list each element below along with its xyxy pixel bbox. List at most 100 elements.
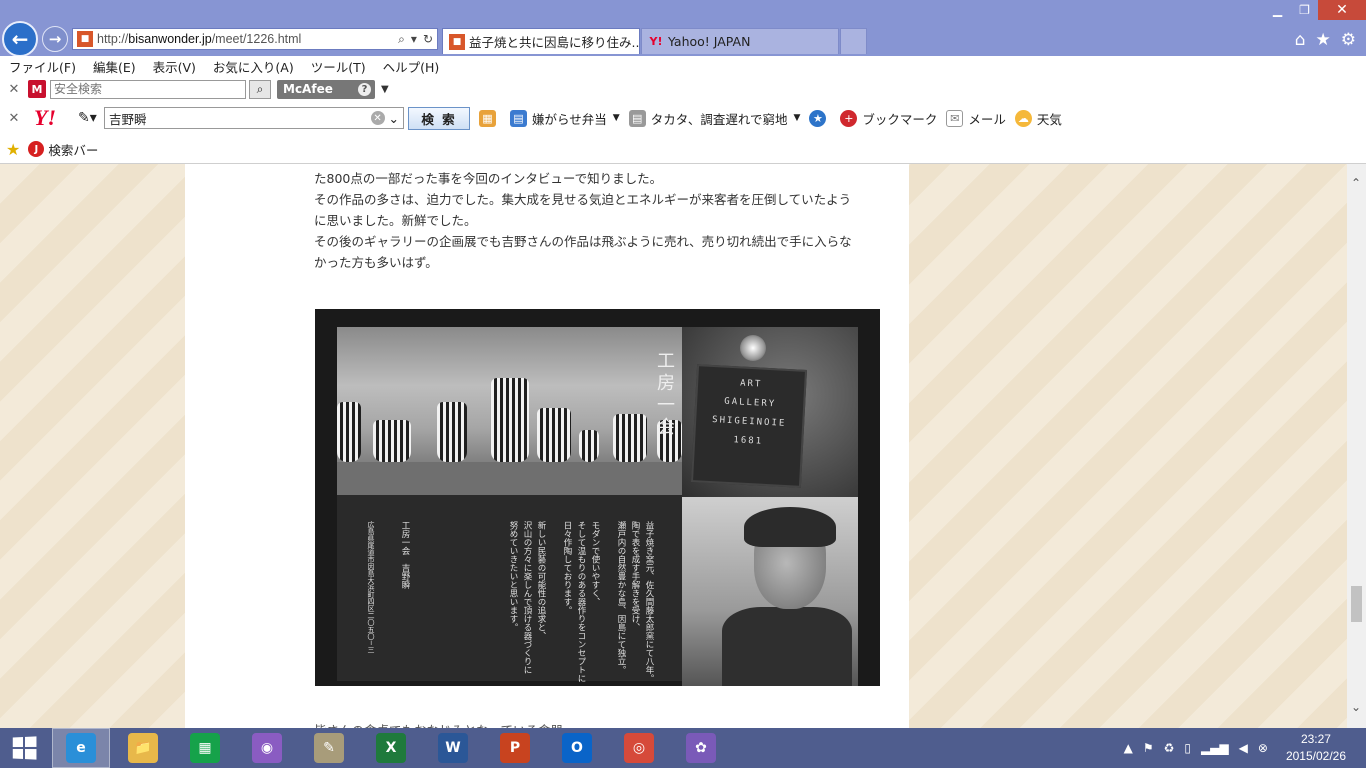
gallery-sign-photo: ART GALLERY SHIGEINOIE 1681 xyxy=(682,327,858,497)
address-url[interactable]: http://bisanwonder.jp/meet/1226.html xyxy=(97,32,398,46)
site-favicon-icon: ■ xyxy=(449,33,465,50)
taskbar-file-explorer-button[interactable]: 📁 xyxy=(114,728,172,768)
menu-file[interactable]: ファイル(F) xyxy=(9,57,76,76)
lamp xyxy=(740,335,766,361)
mcafee-search-input[interactable] xyxy=(50,79,246,99)
taskbar-powerpoint-button[interactable]: P xyxy=(486,728,544,768)
taskbar-store-button[interactable]: ▦ xyxy=(176,728,234,768)
vertical-text-line: 努めていきたいと思います。 xyxy=(508,521,518,632)
settings-gear-icon[interactable]: ⚙ xyxy=(1341,30,1356,50)
minimize-button[interactable]: ▁ xyxy=(1264,0,1291,20)
striped-pot xyxy=(613,414,647,462)
article-text-line: その作品の多さは、迫力でした。集大成を見せる気迫とエネルギーが来客者を圧倒してい… xyxy=(314,192,852,207)
striped-pot xyxy=(537,408,571,462)
recycle-icon[interactable]: ♻ xyxy=(1164,741,1175,755)
toolbar-link-bookmark[interactable]: + ブックマーク xyxy=(840,109,937,128)
dropdown-icon[interactable]: ▾ xyxy=(411,32,417,47)
favorite-item-search-bar[interactable]: 検索バー xyxy=(48,140,98,159)
search-icon[interactable]: ⌕ xyxy=(398,32,405,47)
favorites-star-icon[interactable]: ★ xyxy=(1316,30,1331,50)
tab-bisanwonder[interactable]: ■ 益子焼と共に因島に移り住み... ✕ xyxy=(442,28,640,54)
close-window-button[interactable]: ✕ xyxy=(1318,0,1366,20)
toolbar-link-label: 天気 xyxy=(1036,111,1062,127)
mail-icon: ✉ xyxy=(946,109,964,127)
yahoo-search-field[interactable]: 吉野瞬 ✕ ⌄ xyxy=(104,107,404,129)
vertical-text-line: 日々作陶しております。 xyxy=(562,521,572,615)
taskbar-picasa-button[interactable]: ✿ xyxy=(672,728,730,768)
yahoo-search-button[interactable]: 検 索 xyxy=(408,106,470,130)
action-center-flag-icon[interactable]: ⚑ xyxy=(1143,741,1154,755)
chevron-down-icon[interactable]: ▼ xyxy=(793,113,800,123)
help-icon[interactable]: ? xyxy=(358,82,371,96)
address-bar[interactable]: ■ http://bisanwonder.jp/meet/1226.html ⌕… xyxy=(72,28,438,50)
toolbar-link-news[interactable]: ▤ 嫌がらせ弁当 ▼ xyxy=(510,109,620,128)
forward-button[interactable]: → xyxy=(42,26,68,52)
vertical-text-panel: 益子焼き窯元、佐久間藤太郎窯にて八年。 陶で表を成す手解きを受け、 瀬戸内の自然… xyxy=(337,495,682,683)
home-icon[interactable]: ⌂ xyxy=(1295,30,1306,50)
striped-pot xyxy=(491,378,529,462)
taskbar-notepad-app-button[interactable]: ✎ xyxy=(300,728,358,768)
battery-icon[interactable]: ▯ xyxy=(1184,741,1191,755)
chevron-down-icon[interactable]: ⌄ xyxy=(389,111,399,126)
url-path: /meet/1226.html xyxy=(211,32,302,46)
file-explorer-icon: 📁 xyxy=(128,733,158,763)
article-body: た800点の一部だった事を今回のインタビューで知りました。 その作品の多さは、迫… xyxy=(185,164,909,728)
refresh-icon[interactable]: ↻ xyxy=(423,32,433,47)
toolbar-link-favorite-star[interactable]: ★ xyxy=(809,109,831,127)
yahoo-logo[interactable]: Y! xyxy=(34,105,78,131)
show-hidden-icons-icon[interactable]: ▲ xyxy=(1124,741,1133,755)
add-favorite-star-icon[interactable]: ★ xyxy=(6,140,20,159)
menu-bar: ファイル(F) 編集(E) 表示(V) お気に入り(A) ツール(T) ヘルプ(… xyxy=(0,56,456,76)
yahoo-search-value[interactable]: 吉野瞬 xyxy=(109,109,371,128)
article-next-line: 皆さんの食卓でもおなじみとなっている食器 xyxy=(314,720,563,728)
scroll-up-icon[interactable]: ⌃ xyxy=(1351,176,1361,190)
menu-tools[interactable]: ツール(T) xyxy=(311,57,366,76)
clock[interactable]: 23:27 2015/02/26 xyxy=(1286,731,1346,765)
app-grid-button[interactable]: ▦ xyxy=(479,109,501,127)
toolbar-link-weather[interactable]: ☁ 天気 xyxy=(1014,109,1062,128)
volume-icon[interactable]: ◀ xyxy=(1239,741,1248,755)
mcafee-brand-button[interactable]: McAfee ? xyxy=(277,79,375,99)
yahoo-toolbar: ✕ Y! ✎▾ 吉野瞬 ✕ ⌄ 検 索 ▦ ▤ 嫌がらせ弁当 ▼ ▤ タカタ、調… xyxy=(0,105,1366,131)
scrollbar-thumb[interactable] xyxy=(1351,586,1362,622)
close-toolbar-icon[interactable]: ✕ xyxy=(6,111,22,126)
toolbar-link-mail[interactable]: ✉ メール xyxy=(946,109,1006,128)
close-toolbar-icon[interactable]: ✕ xyxy=(6,82,22,97)
bookmark-icon: + xyxy=(840,109,858,127)
new-tab-button[interactable] xyxy=(840,28,867,54)
menu-help[interactable]: ヘルプ(H) xyxy=(383,57,440,76)
menu-favorites[interactable]: お気に入り(A) xyxy=(213,57,294,76)
chevron-down-icon[interactable]: ▼ xyxy=(613,113,620,123)
back-button[interactable]: ← xyxy=(2,21,38,57)
clock-time: 23:27 xyxy=(1300,732,1331,746)
restore-button[interactable]: ❐ xyxy=(1291,0,1318,20)
network-signal-icon[interactable]: ▂▄▆ xyxy=(1201,741,1229,755)
menu-edit[interactable]: 編集(E) xyxy=(93,57,136,76)
mcafee-dropdown-icon[interactable]: ▼ xyxy=(381,84,389,95)
striped-pot xyxy=(337,402,361,462)
no-entry-icon[interactable]: ⊗ xyxy=(1258,741,1268,755)
scroll-down-icon[interactable]: ⌄ xyxy=(1351,700,1361,714)
search-icon: ⌕ xyxy=(256,81,264,96)
taskbar-chrome-button[interactable]: ◎ xyxy=(610,728,668,768)
toolbar-link-label: メール xyxy=(968,111,1006,127)
toolbar-link-topic[interactable]: ▤ タカタ、調査遅れで窮地 ▼ xyxy=(628,109,800,128)
picasa-icon: ✿ xyxy=(686,733,716,763)
page-scrollbar[interactable]: ⌃ ⌄ xyxy=(1347,164,1366,728)
tab-yahoo[interactable]: Y! Yahoo! JAPAN xyxy=(641,28,839,54)
toolbar-link-label: 嫌がらせ弁当 xyxy=(532,111,607,127)
clock-date: 2015/02/26 xyxy=(1285,749,1346,763)
striped-pot xyxy=(579,430,599,462)
taskbar-word-button[interactable]: W xyxy=(424,728,482,768)
menu-view[interactable]: 表示(V) xyxy=(153,57,196,76)
start-button[interactable] xyxy=(0,728,48,768)
pencil-icon[interactable]: ✎▾ xyxy=(78,110,104,126)
taskbar-media-app-button[interactable]: ◉ xyxy=(238,728,296,768)
clear-icon[interactable]: ✕ xyxy=(370,111,385,125)
taskbar-outlook-button[interactable]: O xyxy=(548,728,606,768)
taskbar-excel-button[interactable]: X xyxy=(362,728,420,768)
tab-title: Yahoo! JAPAN xyxy=(668,34,751,49)
vertical-text-line: 広島県尾道市因島大浜町四区二〇五〇−三 xyxy=(367,521,375,653)
mcafee-search-button[interactable]: ⌕ xyxy=(249,79,271,99)
taskbar-internet-explorer-button[interactable]: e xyxy=(52,728,110,768)
